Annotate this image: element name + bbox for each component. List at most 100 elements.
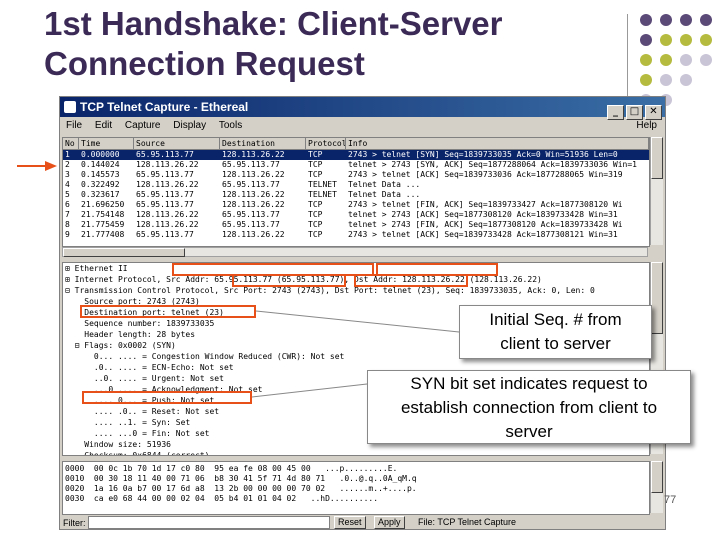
packet-cell-source: 65.95.113.77 — [136, 150, 194, 159]
column-header-no[interactable]: No — [63, 138, 79, 149]
app-icon — [64, 101, 76, 113]
packet-cell-info: Telnet Data ... — [348, 190, 421, 199]
column-header-protocol[interactable]: Protocol — [306, 138, 346, 149]
packet-cell-destination: 65.95.113.77 — [222, 180, 280, 189]
window-titlebar[interactable]: TCP Telnet Capture - Ethereal _ □ ✕ — [60, 97, 665, 120]
packet-row[interactable]: 1 0.000000 65.95.113.77 128.113.26.22 TCP 274… — [63, 150, 649, 160]
menu-capture[interactable]: Capture — [125, 120, 161, 131]
page-number: 77 — [664, 494, 677, 506]
packet-cell-protocol: TELNET — [308, 180, 337, 189]
highlight-dst-port — [354, 274, 468, 287]
packet-cell-info: Telnet Data ... — [348, 180, 421, 189]
file-name-status: File: TCP Telnet Capture — [418, 517, 517, 527]
packet-cell-info: telnet > 2743 [FIN, ACK] Seq=1877308120 … — [348, 220, 623, 229]
filter-label: Filter: — [63, 518, 86, 528]
hex-line: 0000 00 0c 1b 70 1d 17 c0 80 95 ea fe 08… — [65, 464, 398, 473]
packet-cell-no: 8 — [65, 220, 70, 229]
packet-cell-time: 21.754148 — [81, 210, 125, 219]
highlight-sequence-number — [80, 305, 256, 318]
packet-cell-time: 0.322492 — [81, 180, 120, 189]
packet-cell-no: 7 — [65, 210, 70, 219]
apply-button[interactable]: Apply — [374, 516, 405, 529]
pointer-arrow-icon — [17, 161, 57, 171]
packet-cell-info: 2743 > telnet [ACK] Seq=1839733428 Ack=1… — [348, 230, 618, 239]
packet-row[interactable]: 4 0.322492 128.113.26.22 65.95.113.77 TELNET… — [63, 180, 649, 190]
menu-file[interactable]: File — [66, 120, 82, 131]
column-header-time[interactable]: Time — [79, 138, 134, 149]
window-title: TCP Telnet Capture - Ethereal — [80, 100, 249, 114]
hex-rows: 0000 00 0c 1b 70 1d 17 c0 80 95 ea fe 08… — [63, 462, 649, 504]
packet-list-scrollbar[interactable] — [650, 137, 663, 245]
menu-bar: File Edit Capture Display Tools Help — [60, 118, 665, 134]
packet-cell-protocol: TCP — [308, 170, 323, 179]
packet-cell-no: 2 — [65, 160, 70, 169]
menu-help[interactable]: Help — [636, 118, 657, 134]
packet-row[interactable]: 6 21.696250 65.95.113.77 128.113.26.22 TCP 27… — [63, 200, 649, 210]
packet-cell-time: 0.145573 — [81, 170, 120, 179]
packet-cell-source: 128.113.26.22 — [136, 220, 199, 229]
reset-button[interactable]: Reset — [334, 516, 366, 529]
status-bar: Filter: Reset Apply File: TCP Telnet Cap… — [60, 515, 665, 529]
column-header-source[interactable]: Source — [134, 138, 220, 149]
packet-cell-info: telnet > 2743 [SYN, ACK] Seq=1877288064 … — [348, 160, 637, 169]
packet-cell-time: 0.000000 — [81, 150, 120, 159]
packet-cell-source: 65.95.113.77 — [136, 230, 194, 239]
packet-cell-destination: 128.113.26.22 — [222, 150, 285, 159]
highlight-src-port — [232, 274, 346, 287]
menu-edit[interactable]: Edit — [95, 120, 112, 131]
packet-row[interactable]: 5 0.323617 65.95.113.77 128.113.26.22 TELNET… — [63, 190, 649, 200]
column-header-destination[interactable]: Destination — [220, 138, 306, 149]
menu-display[interactable]: Display — [173, 120, 206, 131]
packet-list-hscrollbar[interactable] — [62, 247, 648, 257]
hex-line: 0020 1a 16 0a b7 00 17 6d a8 13 2b 00 00… — [65, 484, 417, 493]
packet-cell-destination: 128.113.26.22 — [222, 230, 285, 239]
packet-cell-destination: 128.113.26.22 — [222, 200, 285, 209]
packet-cell-time: 0.144024 — [81, 160, 120, 169]
callout-initial-seq: Initial Seq. # from client to server — [459, 305, 652, 359]
packet-cell-no: 9 — [65, 230, 70, 239]
hex-scrollbar[interactable] — [650, 461, 663, 513]
packet-row[interactable]: 9 21.777408 65.95.113.77 128.113.26.22 TCP 27… — [63, 230, 649, 240]
hex-line: 0030 ca e0 68 44 00 00 02 04 05 b4 01 01… — [65, 494, 379, 503]
packet-cell-no: 3 — [65, 170, 70, 179]
packet-cell-protocol: TCP — [308, 150, 323, 159]
packet-cell-source: 65.95.113.77 — [136, 190, 194, 199]
packet-row[interactable]: 2 0.144024 128.113.26.22 65.95.113.77 TCP tel… — [63, 160, 649, 170]
packet-cell-info: 2743 > telnet [SYN] Seq=1839733035 Ack=0… — [348, 150, 618, 159]
packet-row[interactable]: 8 21.775459 128.113.26.22 65.95.113.77 TCP te… — [63, 220, 649, 230]
packet-cell-source: 65.95.113.77 — [136, 170, 194, 179]
packet-cell-time: 21.696250 — [81, 200, 125, 209]
packet-cell-time: 0.323617 — [81, 190, 120, 199]
packet-cell-destination: 65.95.113.77 — [222, 210, 280, 219]
packet-cell-source: 128.113.26.22 — [136, 160, 199, 169]
packet-cell-info: 2743 > telnet [FIN, ACK] Seq=1839733427 … — [348, 200, 623, 209]
menu-tools[interactable]: Tools — [219, 120, 242, 131]
packet-list-pane: No Time Source Destination Protocol Info… — [62, 137, 650, 247]
packet-cell-info: telnet > 2743 [ACK] Seq=1877308120 Ack=1… — [348, 210, 618, 219]
packet-list-header: No Time Source Destination Protocol Info — [63, 138, 649, 150]
hex-line: 0010 00 30 18 11 40 00 71 06 b8 30 41 5f… — [65, 474, 417, 483]
highlight-syn-flag — [82, 391, 252, 404]
hex-pane: 0000 00 0c 1b 70 1d 17 c0 80 95 ea fe 08… — [62, 461, 650, 515]
packet-rows: 1 0.000000 65.95.113.77 128.113.26.22 TCP 274… — [63, 150, 649, 240]
packet-cell-destination: 128.113.26.22 — [222, 190, 285, 199]
filter-input[interactable] — [88, 516, 330, 529]
packet-row[interactable]: 7 21.754148 128.113.26.22 65.95.113.77 TCP te… — [63, 210, 649, 220]
packet-cell-source: 128.113.26.22 — [136, 180, 199, 189]
packet-cell-no: 5 — [65, 190, 70, 199]
packet-cell-source: 65.95.113.77 — [136, 200, 194, 209]
column-header-info[interactable]: Info — [346, 138, 649, 149]
slide-title: 1st Handshake: Client-Server Connection … — [44, 5, 503, 82]
packet-cell-destination: 128.113.26.22 — [222, 170, 285, 179]
packet-cell-protocol: TCP — [308, 220, 323, 229]
packet-cell-no: 6 — [65, 200, 70, 209]
decorative-divider — [627, 14, 628, 98]
packet-cell-protocol: TCP — [308, 230, 323, 239]
packet-cell-no: 1 — [65, 150, 70, 159]
packet-row[interactable]: 3 0.145573 65.95.113.77 128.113.26.22 TCP 274… — [63, 170, 649, 180]
detail-line[interactable]: Checksum: 0x6844 (correct) — [65, 450, 649, 455]
packet-cell-protocol: TELNET — [308, 190, 337, 199]
packet-cell-protocol: TCP — [308, 210, 323, 219]
packet-cell-source: 128.113.26.22 — [136, 210, 199, 219]
packet-cell-no: 4 — [65, 180, 70, 189]
